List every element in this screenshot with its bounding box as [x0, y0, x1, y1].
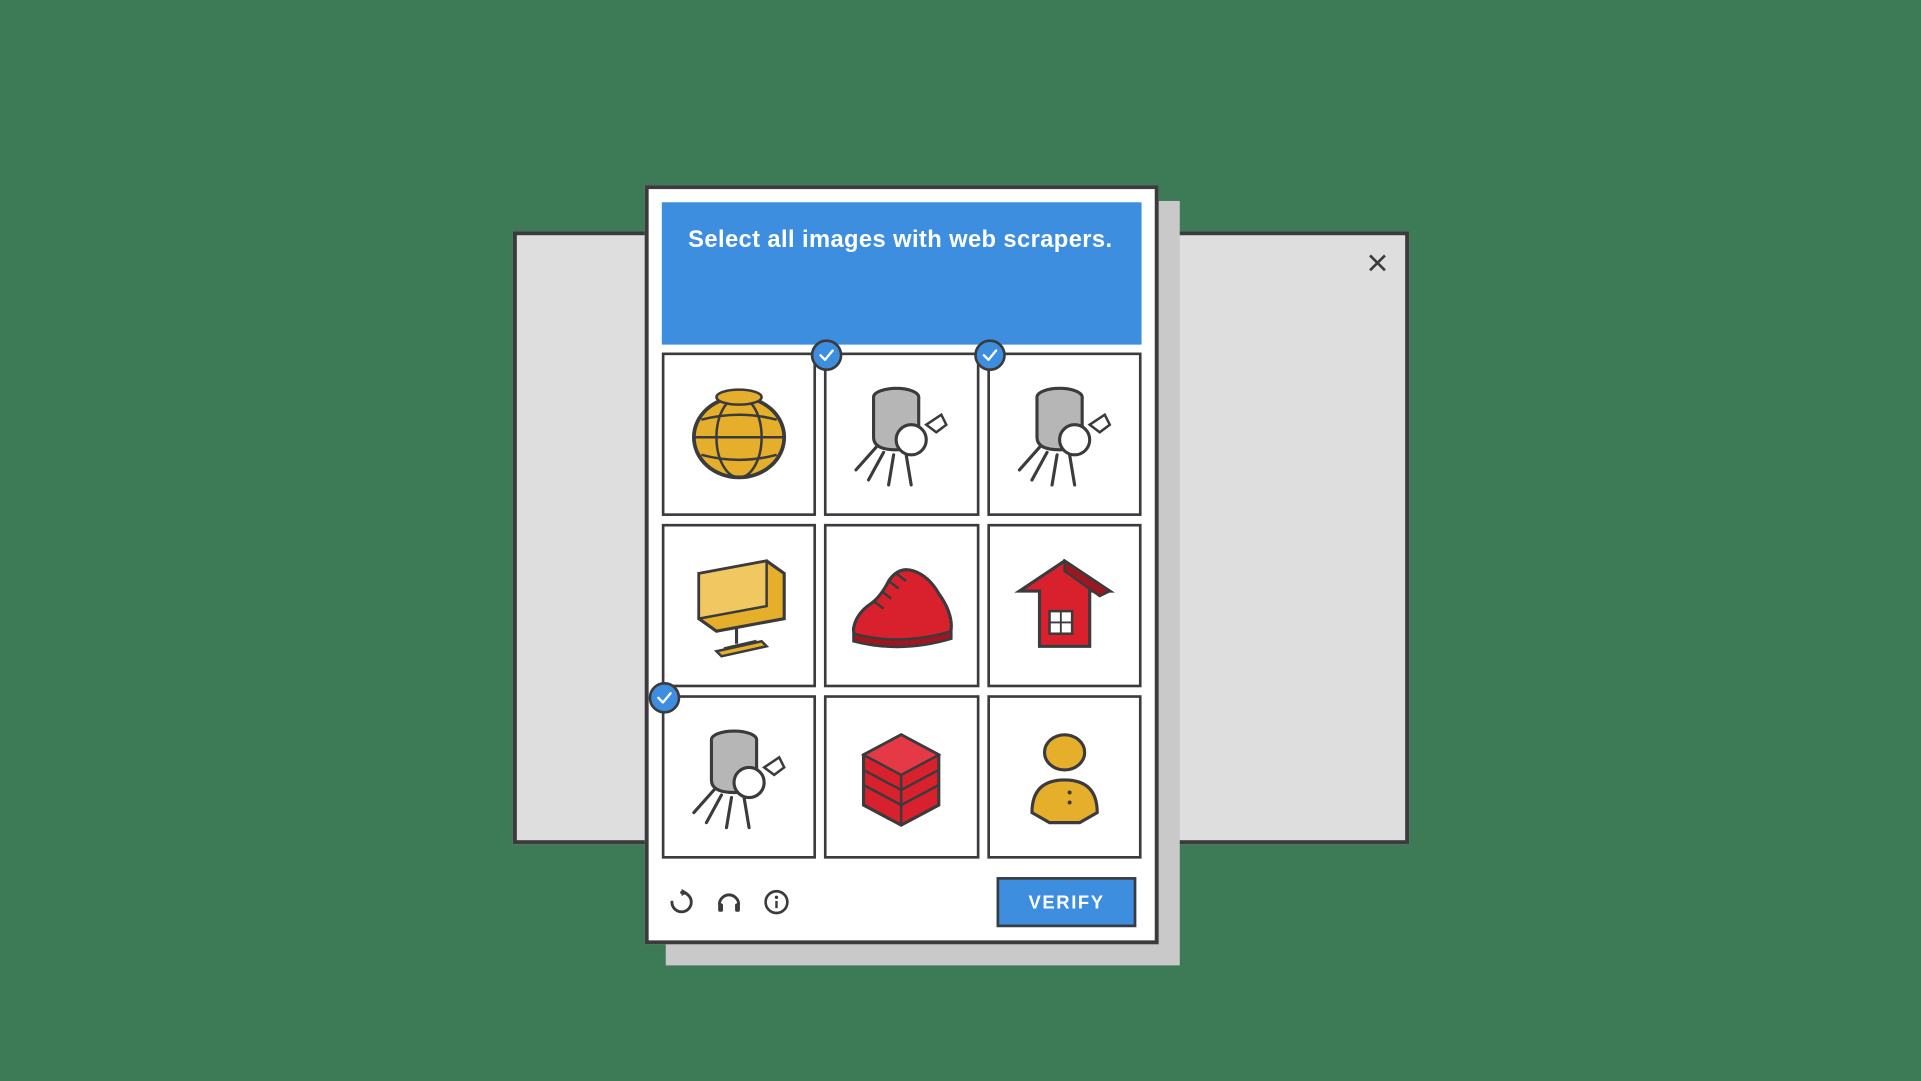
monitor-icon	[676, 539, 801, 672]
verify-button[interactable]: VERIFY	[996, 877, 1135, 927]
captcha-tile-globe[interactable]	[661, 352, 816, 515]
captcha-tile-shoe[interactable]	[824, 523, 979, 686]
server-icon	[838, 710, 963, 843]
info-icon[interactable]	[761, 887, 790, 916]
web-scraper-icon	[676, 710, 801, 843]
captcha-tile-user[interactable]	[986, 695, 1141, 858]
checkmark-icon	[811, 339, 843, 371]
globe-icon	[676, 367, 801, 500]
checkmark-icon	[648, 682, 680, 714]
captcha-tile-monitor[interactable]	[661, 523, 816, 686]
captcha-image-grid	[661, 352, 1141, 858]
refresh-icon[interactable]	[667, 887, 696, 916]
captcha-footer: VERIFY	[648, 863, 1154, 939]
captcha-header: Select all images with web scrapers.	[661, 202, 1141, 344]
captcha-instruction: Select all images with web scrapers.	[688, 225, 1115, 253]
captcha-dialog: Select all images with web scrapers.	[644, 185, 1158, 944]
captcha-tile-web-scraper[interactable]	[986, 352, 1141, 515]
user-icon	[1001, 710, 1126, 843]
web-scraper-icon	[1001, 367, 1126, 500]
captcha-tile-house[interactable]	[986, 523, 1141, 686]
web-scraper-icon	[838, 367, 963, 500]
checkmark-icon	[973, 339, 1005, 371]
captcha-tile-server[interactable]	[824, 695, 979, 858]
close-icon[interactable]	[1365, 251, 1389, 275]
illustration-stage: Select all images with web scrapers.	[1, 26, 1920, 1054]
captcha-tile-web-scraper[interactable]	[824, 352, 979, 515]
headphones-icon[interactable]	[714, 887, 743, 916]
captcha-tile-web-scraper[interactable]	[661, 695, 816, 858]
shoe-icon	[838, 539, 963, 672]
house-icon	[1001, 539, 1126, 672]
